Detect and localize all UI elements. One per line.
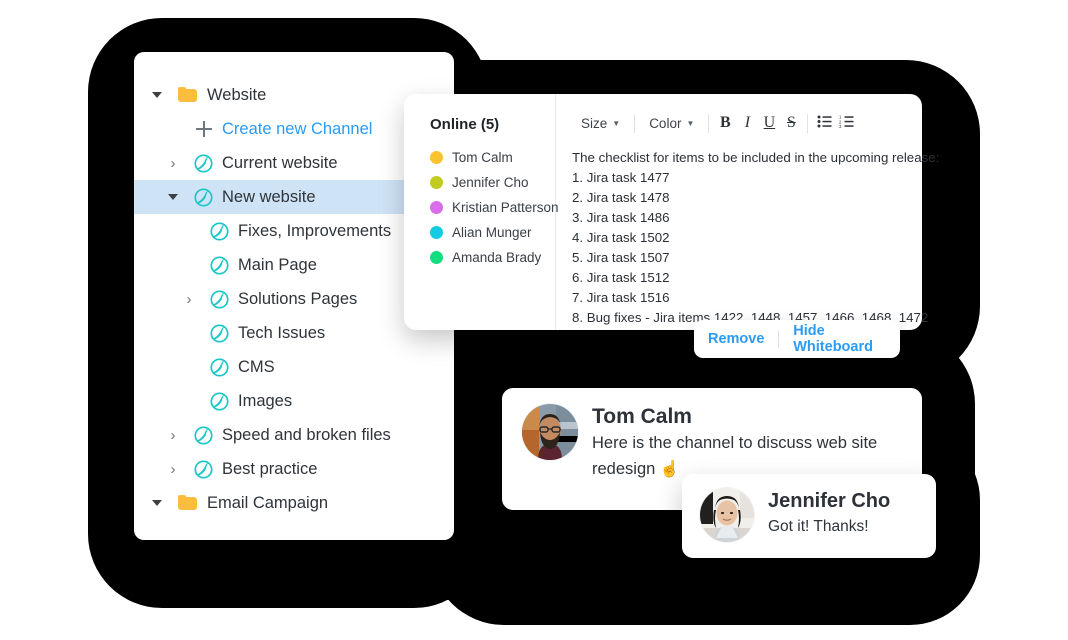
caret-right-icon[interactable]: [166, 428, 180, 443]
whiteboard-document[interactable]: The checklist for items to be included i…: [572, 148, 939, 328]
tree-item-label: Tech Issues: [238, 323, 326, 342]
channel-icon: [210, 391, 229, 411]
document-list-line: 2. Jira task 1478: [572, 190, 670, 205]
message-body: Jennifer Cho Got it! Thanks!: [768, 488, 890, 558]
hide-whiteboard-button[interactable]: Hide Whiteboard: [779, 323, 900, 355]
document-list-line: 5. Jira task 1507: [572, 250, 670, 265]
size-dropdown[interactable]: Size ▼: [572, 112, 629, 134]
online-member-row[interactable]: Kristian Patterson: [430, 195, 559, 220]
online-member-name: Jennifer Cho: [452, 175, 529, 190]
channel-icon: [210, 255, 229, 275]
tree-item-label: Main Page: [238, 255, 317, 274]
caret-right-icon[interactable]: [166, 156, 180, 171]
channel-icon: [194, 187, 213, 207]
channel-icon: [194, 425, 213, 445]
online-member-row[interactable]: Amanda Brady: [430, 245, 555, 270]
svg-text:3: 3: [839, 124, 842, 128]
online-member-row[interactable]: Jennifer Cho: [430, 170, 555, 195]
tree-item-label: Create new Channel: [222, 119, 373, 138]
whiteboard-panel: Online (5) Tom Calm Jennifer Cho Kristian …: [404, 94, 939, 330]
tree-item-best-practice[interactable]: Best practice: [134, 452, 454, 486]
color-dropdown-label: Color: [649, 115, 682, 131]
message-author: Tom Calm: [592, 405, 692, 428]
online-member-name: Kristian Patterson: [452, 200, 559, 215]
channel-icon: [194, 459, 213, 479]
status-dot-icon: [430, 226, 443, 239]
document-heading-line: The checklist for items to be included i…: [572, 150, 940, 165]
channel-icon: [210, 357, 229, 377]
online-members-list: Tom Calm Jennifer Cho Kristian Patterson Al…: [430, 145, 559, 270]
tree-item-label: Website: [207, 85, 267, 104]
message-author: Jennifer Cho: [768, 490, 891, 512]
plus-icon: [194, 119, 214, 139]
status-dot-icon: [430, 176, 443, 189]
folder-icon: [178, 87, 198, 103]
chat-message-jennifer-cho: Jennifer Cho Got it! Thanks!: [682, 474, 936, 558]
message-text-value: Here is the channel to discuss web site …: [592, 434, 878, 478]
caret-right-icon[interactable]: [182, 292, 196, 307]
status-dot-icon: [430, 251, 443, 264]
online-title: Online (5): [430, 116, 500, 133]
online-member-name: Tom Calm: [452, 150, 513, 165]
avatar-jennifer-cho: [700, 488, 754, 542]
tree-item-label: New website: [222, 187, 316, 206]
online-member-row[interactable]: Tom Calm: [430, 145, 555, 170]
status-dot-icon: [430, 151, 443, 164]
channel-icon: [210, 289, 229, 309]
tree-item-email-campaign[interactable]: Email Campaign: [134, 486, 454, 520]
whiteboard-action-bar: Remove Hide Whiteboard: [694, 320, 900, 358]
size-dropdown-label: Size: [581, 115, 608, 131]
editor-toolbar: Size ▼ Color ▼ B I U S 123: [572, 110, 939, 136]
toolbar-divider: [708, 113, 710, 133]
tree-item-label: Best practice: [222, 459, 318, 478]
tree-item-images[interactable]: Images: [134, 384, 454, 418]
caret-down-icon[interactable]: [150, 90, 164, 101]
pointing-up-icon: ☝: [659, 461, 680, 478]
channel-icon: [194, 153, 213, 173]
tree-item-label: Images: [238, 391, 293, 410]
chevron-down-icon: ▼: [686, 118, 695, 128]
numbered-list-button[interactable]: 123: [835, 115, 857, 131]
tree-item-label: Fixes, Improvements: [238, 221, 392, 240]
toolbar-divider: [807, 113, 809, 133]
tree-item-cms[interactable]: CMS: [134, 350, 454, 384]
editor-pane: Size ▼ Color ▼ B I U S 123 The checklist…: [556, 94, 953, 330]
caret-down-icon[interactable]: [150, 498, 164, 509]
tree-item-label: Email Campaign: [207, 493, 329, 512]
document-list-line: 6. Jira task 1512: [572, 270, 670, 285]
underline-button[interactable]: U: [758, 114, 780, 132]
channel-icon: [210, 323, 229, 343]
strikethrough-button[interactable]: S: [780, 114, 802, 132]
caret-right-icon[interactable]: [166, 462, 180, 477]
document-list-line: 3. Jira task 1486: [572, 210, 670, 225]
color-dropdown[interactable]: Color ▼: [640, 112, 703, 134]
document-list-line: 1. Jira task 1477: [572, 170, 670, 185]
italic-button[interactable]: I: [736, 114, 758, 132]
toolbar-divider: [634, 113, 636, 133]
tree-item-label: Solutions Pages: [238, 289, 358, 308]
online-member-row[interactable]: Alian Munger: [430, 220, 555, 245]
bulleted-list-button[interactable]: [813, 115, 835, 131]
tree-item-label: Current website: [222, 153, 338, 172]
online-member-name: Alian Munger: [452, 225, 532, 240]
bold-button[interactable]: B: [714, 114, 736, 132]
tree-item-label: CMS: [238, 357, 275, 376]
online-member-name: Amanda Brady: [452, 250, 542, 265]
status-dot-icon: [430, 201, 443, 214]
folder-icon: [178, 495, 198, 511]
tree-item-label: Speed and broken files: [222, 425, 391, 444]
caret-down-icon[interactable]: [166, 192, 180, 203]
online-members-pane: Online (5) Tom Calm Jennifer Cho Kristian …: [404, 94, 559, 330]
tree-item-speed-and-broken-files[interactable]: Speed and broken files: [134, 418, 454, 452]
chevron-down-icon: ▼: [612, 118, 621, 128]
remove-button[interactable]: Remove: [694, 331, 778, 347]
message-text: Got it! Thanks!: [768, 518, 869, 535]
avatar-tom-calm: [522, 404, 578, 460]
document-list-line: 4. Jira task 1502: [572, 230, 670, 245]
document-list-line: 7. Jira task 1516: [572, 290, 670, 305]
channel-icon: [210, 221, 229, 241]
